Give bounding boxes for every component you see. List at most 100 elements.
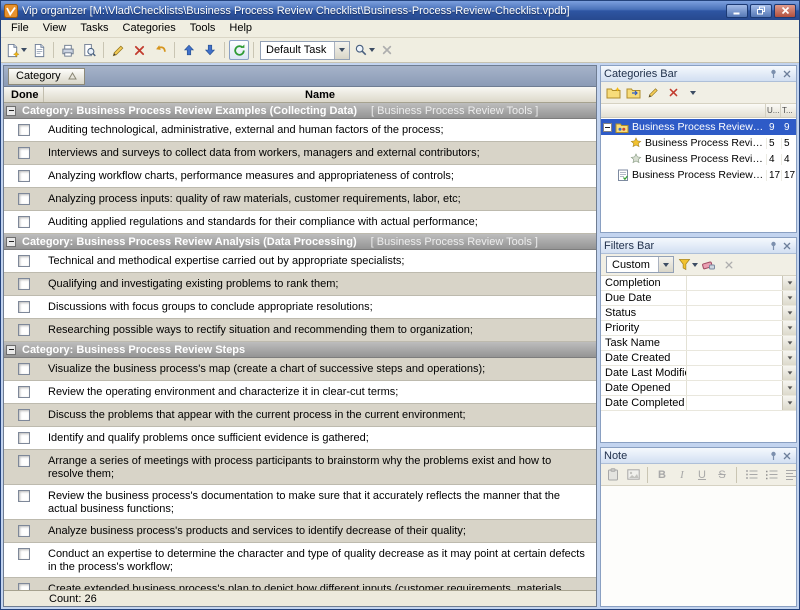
menu-item-tools[interactable]: Tools: [183, 20, 223, 37]
filter-dropdown-icon[interactable]: [782, 381, 796, 395]
task-name[interactable]: Identify and qualify problems once suffi…: [44, 427, 596, 448]
task-checkbox[interactable]: [18, 216, 30, 228]
filter-dropdown-icon[interactable]: [782, 336, 796, 350]
task-name[interactable]: Auditing technological, administrative, …: [44, 119, 596, 140]
close-button[interactable]: [774, 4, 796, 18]
close-panel-icon[interactable]: [780, 450, 793, 462]
task-checkbox[interactable]: [18, 147, 30, 159]
task-name[interactable]: Review the operating environment and cha…: [44, 381, 596, 402]
task-name[interactable]: Analyzing process inputs: quality of raw…: [44, 188, 596, 209]
task-row[interactable]: Analyze business process's products and …: [4, 520, 596, 543]
pin-icon[interactable]: [767, 240, 780, 252]
task-row[interactable]: Visualize the business process's map (cr…: [4, 358, 596, 381]
task-checkbox[interactable]: [18, 301, 30, 313]
category-row[interactable]: Category: Business Process Review Exampl…: [4, 103, 596, 119]
column-header-name[interactable]: Name: [44, 87, 596, 102]
combo-dropdown-icon[interactable]: [334, 42, 349, 59]
print-preview-button[interactable]: [79, 40, 99, 60]
filter-dropdown-icon[interactable]: [692, 263, 698, 267]
close-panel-icon[interactable]: [780, 68, 793, 80]
task-row[interactable]: Technical and methodical expertise carri…: [4, 250, 596, 273]
task-checkbox[interactable]: [18, 583, 30, 590]
task-checkbox[interactable]: [18, 455, 30, 467]
filter-value[interactable]: [687, 306, 796, 320]
category-row[interactable]: Category: Business Process Review Steps: [4, 342, 596, 358]
menu-item-help[interactable]: Help: [222, 20, 259, 37]
tree-column-total[interactable]: T...: [781, 104, 796, 117]
task-checkbox[interactable]: [18, 170, 30, 182]
column-header-done[interactable]: Done: [4, 87, 44, 102]
picture-icon[interactable]: [624, 466, 642, 484]
menu-item-view[interactable]: View: [36, 20, 74, 37]
move-down-button[interactable]: [200, 40, 220, 60]
task-name[interactable]: Discuss the problems that appear with th…: [44, 404, 596, 425]
filter-dropdown-icon[interactable]: [782, 306, 796, 320]
task-row[interactable]: Qualifying and investigating existing pr…: [4, 273, 596, 296]
filter-value[interactable]: [687, 321, 796, 335]
filter-value[interactable]: [687, 276, 796, 290]
filter-dropdown-icon[interactable]: [782, 366, 796, 380]
tree-item[interactable]: Business Process Review Analysis (Data P…: [601, 151, 796, 167]
task-checkbox[interactable]: [18, 324, 30, 336]
collapse-icon[interactable]: [6, 237, 16, 247]
paste-icon[interactable]: [604, 466, 622, 484]
task-name[interactable]: Discussions with focus groups to conclud…: [44, 296, 596, 317]
task-name[interactable]: Analyzing workflow charts, performance m…: [44, 165, 596, 186]
task-row[interactable]: Review the operating environment and cha…: [4, 381, 596, 404]
search-button[interactable]: [353, 40, 376, 60]
task-checkbox[interactable]: [18, 432, 30, 444]
edit-task-button[interactable]: [108, 40, 128, 60]
filter-value[interactable]: [687, 396, 796, 410]
task-row[interactable]: Researching possible ways to rectify sit…: [4, 319, 596, 342]
filter-value[interactable]: [687, 381, 796, 395]
filter-value[interactable]: [687, 336, 796, 350]
task-row[interactable]: Discussions with focus groups to conclud…: [4, 296, 596, 319]
task-row[interactable]: Review the business process's documentat…: [4, 485, 596, 520]
new-task-dropdown-icon[interactable]: [21, 48, 27, 52]
tree-column-name[interactable]: [601, 104, 766, 117]
task-checkbox[interactable]: [18, 193, 30, 205]
move-up-button[interactable]: [179, 40, 199, 60]
pin-icon[interactable]: [767, 450, 780, 462]
filter-dropdown-icon[interactable]: [782, 321, 796, 335]
title-bar[interactable]: Vip organizer [M:\Vlad\Checklists\Busine…: [1, 1, 799, 20]
new-subcategory-button[interactable]: [624, 84, 642, 102]
undo-button[interactable]: [150, 40, 170, 60]
category-row[interactable]: Category: Business Process Review Analys…: [4, 234, 596, 250]
filter-dropdown-icon[interactable]: [782, 276, 796, 290]
collapse-icon[interactable]: [603, 123, 612, 132]
clear-filter-button[interactable]: [700, 256, 718, 274]
task-checkbox[interactable]: [18, 386, 30, 398]
task-name[interactable]: Analyze business process's products and …: [44, 520, 596, 541]
task-row[interactable]: Analyzing workflow charts, performance m…: [4, 165, 596, 188]
task-checkbox[interactable]: [18, 490, 30, 502]
task-row[interactable]: Identify and qualify problems once suffi…: [4, 427, 596, 450]
filter-preset-combo[interactable]: Custom: [606, 256, 674, 273]
menu-item-file[interactable]: File: [4, 20, 36, 37]
categories-more-dropdown-icon[interactable]: [684, 84, 702, 102]
collapse-icon[interactable]: [6, 106, 16, 116]
task-name[interactable]: Technical and methodical expertise carri…: [44, 250, 596, 271]
task-row[interactable]: Discuss the problems that appear with th…: [4, 404, 596, 427]
task-row[interactable]: Create extended business process's plan …: [4, 578, 596, 590]
group-by-category-chip[interactable]: Category: [8, 68, 85, 85]
task-row[interactable]: Auditing applied regulations and standar…: [4, 211, 596, 234]
bold-icon[interactable]: B: [653, 466, 671, 484]
task-name[interactable]: Create extended business process's plan …: [44, 578, 596, 590]
clear-search-button[interactable]: [377, 40, 397, 60]
filter-dropdown-icon[interactable]: [782, 396, 796, 410]
filter-dropdown-icon[interactable]: [782, 291, 796, 305]
tree-item[interactable]: Business Process Review Tools99: [601, 119, 796, 135]
delete-task-button[interactable]: [129, 40, 149, 60]
task-checkbox[interactable]: [18, 525, 30, 537]
underline-icon[interactable]: U: [693, 466, 711, 484]
task-checkbox[interactable]: [18, 363, 30, 375]
new-category-button[interactable]: [604, 84, 622, 102]
new-task-button[interactable]: [4, 40, 28, 60]
task-name[interactable]: Auditing applied regulations and standar…: [44, 211, 596, 232]
task-row[interactable]: Analyzing process inputs: quality of raw…: [4, 188, 596, 211]
task-name[interactable]: Interviews and surveys to collect data f…: [44, 142, 596, 163]
new-note-button[interactable]: [29, 40, 49, 60]
edit-filter-button[interactable]: [678, 256, 698, 274]
filter-value[interactable]: [687, 366, 796, 380]
